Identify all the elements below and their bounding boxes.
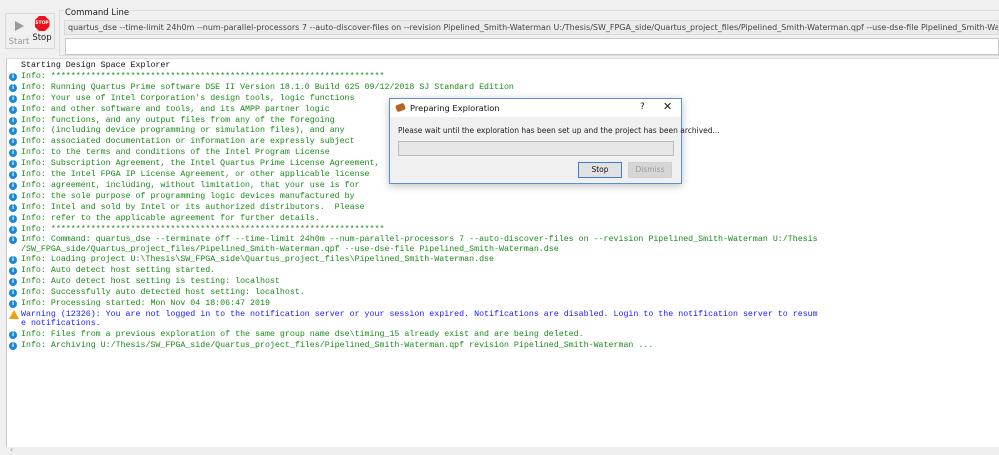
log-line: i Info: Running Quartus Prime software DS… [9,82,514,92]
log-text: Info: agreement, including, without limi… [21,180,360,190]
stop-icon: STOP [34,16,50,31]
log-line: i Info: and other software and tools, and… [9,104,330,114]
horizontal-scrollbar[interactable]: ‹ [6,445,999,455]
dialog-app-icon [395,102,406,113]
log-text: Info: Command: quartus_dse --terminate o… [21,235,818,254]
log-line: i Info: refer to the applicable agreement… [9,213,320,223]
info-icon: i [9,181,17,190]
log-line: i Info: *********************************… [9,71,385,81]
log-text: Info: the Intel FPGA IP License Agreemen… [21,170,370,179]
info-icon: i [9,341,17,350]
log-text: Info: **********************************… [21,224,385,234]
info-icon: i [9,236,17,245]
log-line: i Info: Loading project U:\Thesis\SW_FPGA… [9,255,494,265]
log-text: Starting Design Space Explorer [21,61,171,70]
log-line: i Info: Archiving U:/Thesis/SW_FPGA_side/… [9,340,654,350]
log-text: Info: Auto detect host setting started. [21,266,216,276]
command-line-label: Command Line [64,8,131,18]
log-line: i Info: Auto detect host setting is testi… [9,277,280,287]
log-text: Info: Running Quartus Prime software DSE… [21,82,514,92]
help-button[interactable]: ? [640,102,645,112]
info-icon: i [9,116,17,125]
log-line: i Info: Intel and sold by Intel or its au… [9,202,365,212]
info-icon: i [9,160,17,169]
log-text: Info: Successfully auto detected host se… [21,288,305,297]
log-text: Info: the sole purpose of programming lo… [21,191,355,201]
info-icon: i [9,149,17,158]
info-icon: i [9,83,17,92]
info-icon: i [9,94,17,103]
info-icon: i [9,299,17,308]
run-controls: Start STOP Stop [5,13,55,49]
log-text: Info: functions, and any output files fr… [21,115,335,125]
log-text: Info: **********************************… [21,71,385,81]
log-text: Info: Files from a previous exploration … [21,329,584,339]
info-icon: i [9,278,17,287]
play-icon [15,21,24,31]
log-line: i Info: the sole purpose of programming l… [9,191,355,201]
dialog-stop-button[interactable]: Stop [578,162,622,178]
info-icon: i [9,256,17,265]
log-line: i Info: functions, and any output files f… [9,115,335,125]
info-icon: i [9,214,17,223]
dismiss-button[interactable]: Dismiss [628,162,672,178]
log-text: Info: Auto detect host setting is testin… [21,277,280,287]
log-text: Info: Your use of Intel Corporation's de… [21,93,355,103]
dialog-message: Please wait until the exploration has be… [398,126,720,135]
log-text: Info: to the terms and conditions of the… [21,148,330,158]
log-text: Info: Subscription Agreement, the Intel … [21,159,380,169]
start-button[interactable]: Start [8,16,30,48]
log-line: i Info: associated documentation or infor… [9,137,355,147]
log-line: i Info: Successfully auto detected host s… [9,288,305,297]
info-icon: i [9,225,17,234]
scroll-left-icon[interactable]: ‹ [10,445,13,454]
log-line: i Info: agreement, including, without lim… [9,180,360,190]
log-line: i Info: Processing started: Mon Nov 04 18… [9,298,270,308]
log-line: i Info: Command: quartus_dse --terminate … [9,235,818,254]
log-text: Info: refer to the applicable agreement … [21,213,320,223]
log-line: i Info: (including device programming or … [9,126,345,136]
info-icon: i [9,330,17,339]
log-text: Info: and other software and tools, and … [21,104,330,114]
info-icon: i [9,105,17,114]
log-line: i Info: to the terms and conditions of th… [9,148,330,158]
info-icon: i [9,192,17,201]
log-line: i Info: Subscription Agreement, the Intel… [9,159,380,169]
stop-label: Stop [32,33,52,43]
dialog-title: Preparing Exploration [410,103,500,113]
info-icon: i [9,203,17,212]
log-line: i Info: *********************************… [9,224,385,234]
log-line: i Info: Your use of Intel Corporation's d… [9,93,355,103]
log-line: i Info: Files from a previous exploration… [9,329,584,339]
preparing-exploration-dialog: Preparing Exploration ? ✕ Please wait un… [389,98,720,184]
info-icon: i [9,72,17,81]
dialog-titlebar[interactable]: Preparing Exploration ? ✕ [390,99,681,117]
log-line: Starting Design Space Explorer [21,61,170,70]
log-text: Warning (12326): You are not logged in t… [21,309,818,328]
info-icon: i [9,267,17,276]
log-text: Info: associated documentation or inform… [21,137,355,147]
log-text: Info: Archiving U:/Thesis/SW_FPGA_side/Q… [21,340,654,350]
info-icon: i [9,127,17,136]
info-icon: i [9,138,17,147]
log-text: Info: (including device programming or s… [21,126,345,136]
progress-bar [398,141,674,156]
close-icon[interactable]: ✕ [663,100,672,113]
command-line-display: quartus_dse --time-limit 24h0m --num-par… [64,20,999,35]
toolbar: Start STOP Stop Command Line quartus_dse… [0,0,999,58]
command-input[interactable] [65,38,999,55]
stop-button[interactable]: STOP Stop [31,16,53,48]
log-text: Info: Processing started: Mon Nov 04 18:… [21,298,270,308]
warning-icon [9,309,19,319]
log-text: Info: Loading project U:\Thesis\SW_FPGA_… [21,255,494,265]
log-warning-line: Warning (12326): You are not logged in t… [9,309,818,328]
log-line: i Info: Auto detect host setting started. [9,266,216,276]
info-icon: i [9,171,17,179]
start-label: Start [8,37,30,47]
log-text: Info: Intel and sold by Intel or its aut… [21,202,365,212]
log-line: i Info: the Intel FPGA IP License Agreeme… [9,170,370,179]
info-icon: i [9,289,17,297]
